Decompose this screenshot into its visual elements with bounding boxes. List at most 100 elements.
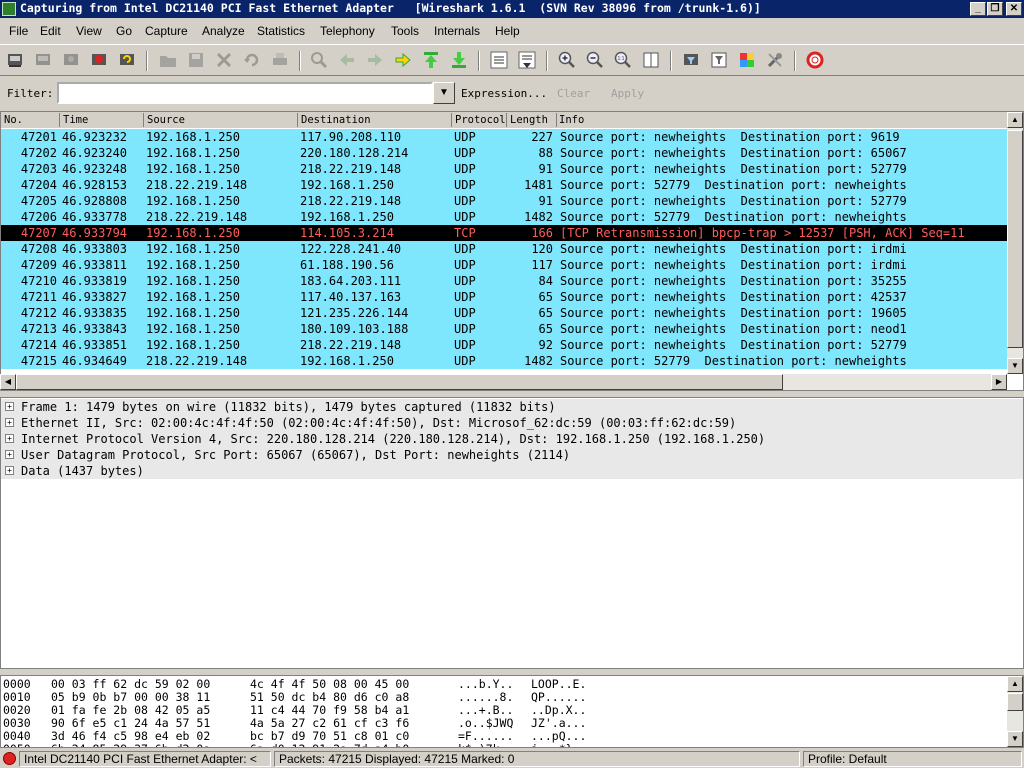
scroll-down-button[interactable]: ▼ bbox=[1007, 358, 1023, 374]
packet-row[interactable]: 47214 46.933851 192.168.1.250 218.22.219.14… bbox=[1, 337, 1008, 353]
menu-internals[interactable]: Internals bbox=[434, 24, 480, 38]
detail-item-data[interactable]: + Data (1437 bytes) bbox=[1, 463, 1023, 479]
save-file-icon[interactable] bbox=[186, 50, 206, 70]
byte-row[interactable]: 0040 3d 46 f4 c5 98 e4 eb 02 bc b7 d9 70 5… bbox=[1, 729, 1023, 743]
column-header-source[interactable]: Source bbox=[147, 114, 185, 128]
column-header-protocol[interactable]: Protocol bbox=[455, 114, 506, 128]
menu-edit[interactable]: Edit bbox=[40, 24, 61, 38]
packet-list-vscroll[interactable]: ▲ ▼ bbox=[1007, 112, 1023, 374]
scroll-up-button[interactable]: ▲ bbox=[1007, 112, 1023, 128]
go-to-packet-icon[interactable] bbox=[393, 50, 413, 70]
bytes-vscroll[interactable]: ▲ ▼ bbox=[1007, 676, 1023, 747]
packet-row[interactable]: 47209 46.933811 192.168.1.250 61.188.190.56… bbox=[1, 257, 1008, 273]
clear-button[interactable]: Clear bbox=[557, 87, 590, 100]
menu-statistics[interactable]: Statistics bbox=[257, 24, 305, 38]
zoom-in-icon[interactable] bbox=[557, 50, 577, 70]
filter-dropdown-button[interactable]: ▼ bbox=[433, 82, 455, 104]
column-header-destination[interactable]: Destination bbox=[301, 114, 371, 128]
detail-item-frame[interactable]: + Frame 1: 1479 bytes on wire (11832 bits… bbox=[1, 399, 1023, 415]
packet-row[interactable]: 47204 46.928153 218.22.219.148 192.168.1.25… bbox=[1, 177, 1008, 193]
filter-input[interactable] bbox=[57, 82, 433, 104]
coloring-rules-icon[interactable] bbox=[737, 50, 757, 70]
expand-icon[interactable]: + bbox=[5, 402, 14, 411]
reload-icon[interactable] bbox=[242, 50, 262, 70]
column-header-time[interactable]: Time bbox=[63, 114, 88, 128]
menu-view[interactable]: View bbox=[76, 24, 102, 38]
colorize-icon[interactable] bbox=[489, 50, 509, 70]
byte-row[interactable]: 0020 01 fa fe 2b 08 42 05 a5 11 c4 44 70 f… bbox=[1, 703, 1023, 717]
column-divider[interactable] bbox=[451, 113, 452, 127]
packet-row[interactable]: 47201 46.923232 192.168.1.250 117.90.208.11… bbox=[1, 129, 1008, 145]
scroll-down-button[interactable]: ▼ bbox=[1007, 731, 1023, 747]
hscroll-thumb[interactable] bbox=[16, 374, 783, 390]
column-divider[interactable] bbox=[297, 113, 298, 127]
packet-row[interactable]: 47213 46.933843 192.168.1.250 180.109.103.1… bbox=[1, 321, 1008, 337]
scroll-right-button[interactable]: ▶ bbox=[991, 374, 1007, 390]
menu-capture[interactable]: Capture bbox=[145, 24, 188, 38]
column-divider[interactable] bbox=[143, 113, 144, 127]
go-back-icon[interactable] bbox=[337, 50, 357, 70]
stop-capture-icon[interactable] bbox=[89, 50, 109, 70]
packet-row[interactable]: 47205 46.928808 192.168.1.250 218.22.219.14… bbox=[1, 193, 1008, 209]
expand-icon[interactable]: + bbox=[5, 418, 14, 427]
go-forward-icon[interactable] bbox=[365, 50, 385, 70]
detail-item-ethernet[interactable]: + Ethernet II, Src: 02:00:4c:4f:4f:50 (02… bbox=[1, 415, 1023, 431]
help-icon[interactable] bbox=[805, 50, 825, 70]
packet-row[interactable]: 47202 46.923240 192.168.1.250 220.180.128.2… bbox=[1, 145, 1008, 161]
column-divider[interactable] bbox=[556, 113, 557, 127]
detail-item-udp[interactable]: + User Datagram Protocol, Src Port: 65067… bbox=[1, 447, 1023, 463]
print-icon[interactable] bbox=[270, 50, 290, 70]
packet-row[interactable]: 47212 46.933835 192.168.1.250 121.235.226.1… bbox=[1, 305, 1008, 321]
packet-row[interactable]: 47210 46.933819 192.168.1.250 183.64.203.11… bbox=[1, 273, 1008, 289]
expression-button[interactable]: Expression... bbox=[461, 87, 547, 100]
scroll-up-button[interactable]: ▲ bbox=[1007, 676, 1023, 692]
status-profile[interactable]: Profile: Default bbox=[803, 751, 1022, 767]
expand-icon[interactable]: + bbox=[5, 450, 14, 459]
scroll-left-button[interactable]: ◀ bbox=[0, 374, 16, 390]
normal-size-icon[interactable]: 1:1 bbox=[613, 50, 633, 70]
packet-list[interactable]: No. Time Source Destination Protocol Len… bbox=[0, 111, 1024, 391]
minimize-button[interactable]: _ bbox=[970, 2, 986, 16]
apply-button[interactable]: Apply bbox=[611, 87, 644, 100]
packet-row[interactable]: 47206 46.933778 218.22.219.148 192.168.1.25… bbox=[1, 209, 1008, 225]
open-file-icon[interactable] bbox=[158, 50, 178, 70]
packet-details[interactable]: + Frame 1: 1479 bytes on wire (11832 bits… bbox=[0, 397, 1024, 669]
start-capture-icon[interactable] bbox=[61, 50, 81, 70]
column-header-no[interactable]: No. bbox=[4, 114, 23, 128]
packet-list-hscroll[interactable]: ◀ ▶ bbox=[0, 374, 1007, 390]
zoom-out-icon[interactable] bbox=[585, 50, 605, 70]
column-divider[interactable] bbox=[506, 113, 507, 127]
go-last-packet-icon[interactable] bbox=[449, 50, 469, 70]
scroll-thumb[interactable] bbox=[1007, 130, 1023, 348]
menu-help[interactable]: Help bbox=[495, 24, 520, 38]
maximize-button[interactable]: ❐ bbox=[987, 2, 1003, 16]
menu-file[interactable]: File bbox=[9, 24, 28, 38]
find-packet-icon[interactable] bbox=[309, 50, 329, 70]
close-file-icon[interactable] bbox=[214, 50, 234, 70]
close-button[interactable]: ✕ bbox=[1006, 2, 1022, 16]
capture-filters-icon[interactable] bbox=[681, 50, 701, 70]
detail-item-ip[interactable]: + Internet Protocol Version 4, Src: 220.1… bbox=[1, 431, 1023, 447]
packet-row[interactable]: 47203 46.923248 192.168.1.250 218.22.219.14… bbox=[1, 161, 1008, 177]
byte-row[interactable]: 0000 00 03 ff 62 dc 59 02 00 4c 4f 4f 50 0… bbox=[1, 677, 1023, 691]
resize-columns-icon[interactable] bbox=[641, 50, 661, 70]
scroll-thumb[interactable] bbox=[1007, 693, 1023, 711]
byte-row[interactable]: 0030 90 6f e5 c1 24 4a 57 51 4a 5a 27 c2 6… bbox=[1, 716, 1023, 730]
column-divider[interactable] bbox=[59, 113, 60, 127]
menu-telephony[interactable]: Telephony bbox=[320, 24, 375, 38]
capture-options-icon[interactable] bbox=[33, 50, 53, 70]
display-filters-icon[interactable] bbox=[709, 50, 729, 70]
capture-status-icon[interactable] bbox=[3, 752, 16, 765]
go-first-packet-icon[interactable] bbox=[421, 50, 441, 70]
column-header-length[interactable]: Length bbox=[510, 114, 548, 128]
preferences-icon[interactable] bbox=[765, 50, 785, 70]
packet-bytes[interactable]: 0000 00 03 ff 62 dc 59 02 00 4c 4f 4f 50 0… bbox=[0, 675, 1024, 748]
packet-row[interactable]: 47208 46.933803 192.168.1.250 122.228.241.4… bbox=[1, 241, 1008, 257]
expand-icon[interactable]: + bbox=[5, 466, 14, 475]
packet-row[interactable]: 47215 46.934649 218.22.219.148 192.168.1.25… bbox=[1, 353, 1008, 369]
interfaces-icon[interactable] bbox=[5, 50, 25, 70]
byte-row[interactable]: 0050 6b 24 85 29 37 6b d2 0a 6a d0 12 91 2… bbox=[1, 742, 1023, 747]
expand-icon[interactable]: + bbox=[5, 434, 14, 443]
byte-row[interactable]: 0010 05 b9 0b b7 00 00 38 11 51 50 dc b4 8… bbox=[1, 690, 1023, 704]
menu-go[interactable]: Go bbox=[116, 24, 132, 38]
